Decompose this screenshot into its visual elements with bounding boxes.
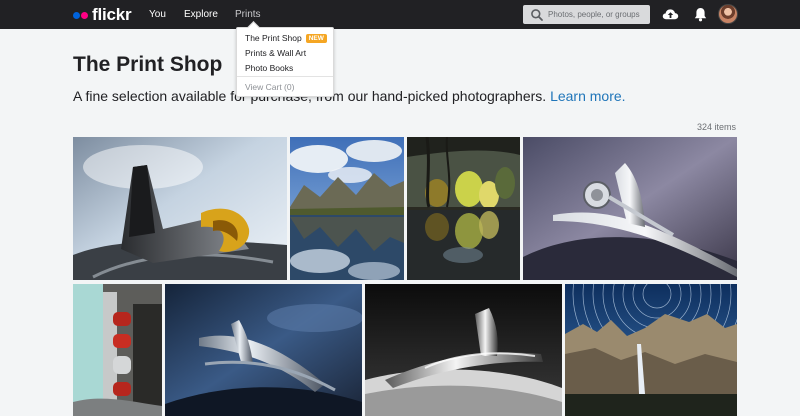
item-count: 324 items <box>696 122 736 132</box>
photo-image <box>290 137 404 280</box>
menu-divider <box>237 76 333 77</box>
menu-item-photo-books[interactable]: Photo Books <box>245 63 293 74</box>
search-input[interactable] <box>548 10 648 19</box>
upload-cloud-icon[interactable] <box>662 6 679 23</box>
logo-blue-dot <box>73 11 80 19</box>
nav-link-prints[interactable]: Prints <box>235 8 261 22</box>
photo-image <box>565 284 737 416</box>
page-title: The Print Shop <box>73 53 223 76</box>
photo-image <box>73 137 287 280</box>
photo-star-trails-waterfall[interactable] <box>565 284 737 416</box>
photo-hood-ornament-gold[interactable] <box>73 137 287 280</box>
photo-image <box>73 284 162 416</box>
photo-mountain-lake-reflection[interactable] <box>290 137 404 280</box>
nav-link-you[interactable]: You <box>149 8 166 22</box>
logo-pink-dot <box>81 11 88 19</box>
search-icon <box>531 8 543 21</box>
search-box[interactable] <box>523 5 650 24</box>
menu-item-label: The Print Shop <box>245 33 302 43</box>
prints-dropdown-menu: The Print Shop NEW Prints & Wall Art Phot… <box>236 27 334 97</box>
photo-image <box>523 137 737 280</box>
menu-item-print-shop[interactable]: The Print Shop NEW <box>245 33 327 44</box>
photo-hood-ornament-chrome-purple[interactable] <box>523 137 737 280</box>
flickr-logo[interactable]: flickr <box>73 5 132 25</box>
user-avatar[interactable] <box>718 4 738 24</box>
photo-autumn-forest-reflection[interactable] <box>407 137 520 280</box>
page-subtitle: A fine selection available for purchase,… <box>73 87 626 105</box>
logo-text: flickr <box>92 5 132 24</box>
photo-hood-ornament-bw[interactable] <box>365 284 562 416</box>
photo-image <box>407 137 520 280</box>
photo-image <box>365 284 562 416</box>
notifications-bell-icon[interactable] <box>692 6 709 23</box>
nav-link-explore[interactable]: Explore <box>184 8 218 22</box>
menu-item-prints-wall-art[interactable]: Prints & Wall Art <box>245 48 306 59</box>
photo-image <box>165 284 362 416</box>
photo-classic-car-taillights[interactable] <box>73 284 162 416</box>
top-navigation: flickr You Explore Prints <box>0 0 800 29</box>
new-badge: NEW <box>305 34 327 43</box>
learn-more-link[interactable]: Learn more. <box>550 88 625 104</box>
photo-hood-ornament-blue[interactable] <box>165 284 362 416</box>
menu-item-view-cart[interactable]: View Cart (0) <box>245 82 294 93</box>
